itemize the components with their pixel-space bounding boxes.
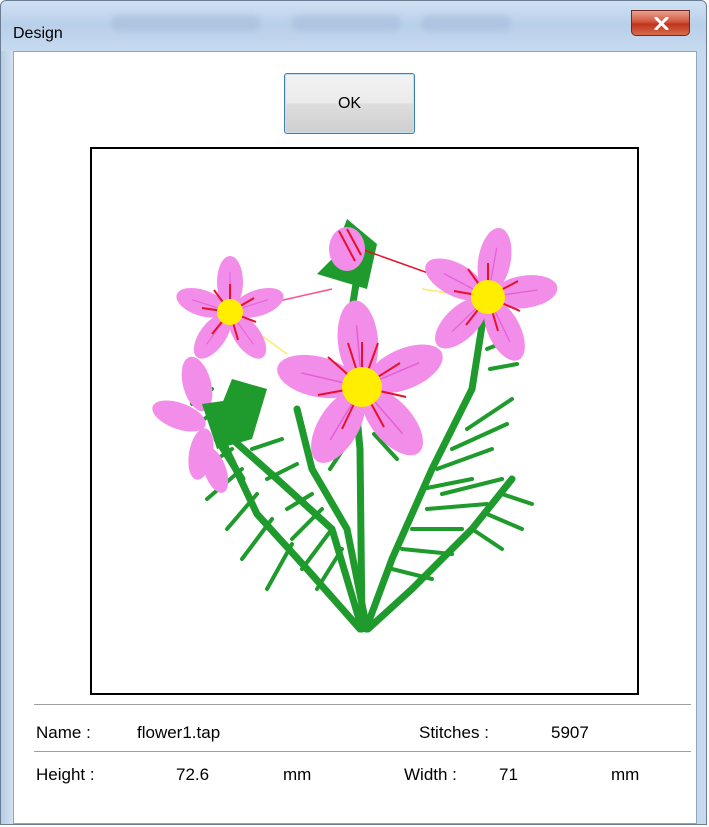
width-label: Width : [404, 765, 457, 784]
stitches-value: 5907 [551, 723, 589, 742]
window-frame-edge [1, 51, 13, 824]
height-value: 72.6 [176, 765, 210, 784]
close-button[interactable] [631, 10, 690, 36]
design-dialog: Design OK Name: flower1.tap Stitches: … [0, 0, 707, 825]
close-icon [654, 17, 669, 30]
height-label: Height : [36, 765, 95, 784]
name-value: flower1.tap [137, 723, 221, 742]
title-bar[interactable]: Design [1, 1, 706, 45]
separator-top [34, 704, 691, 706]
embroidery-flower-icon [152, 219, 561, 633]
width-value: 71 [499, 765, 518, 784]
stitches-label: Stitches : [419, 723, 489, 742]
separator-middle [34, 751, 691, 753]
height-unit: mm [283, 765, 312, 784]
design-preview [90, 147, 639, 695]
name-label: Name : [36, 723, 91, 742]
window-title: Design [13, 25, 63, 42]
width-unit: mm [611, 765, 640, 784]
ok-button[interactable]: OK [284, 73, 415, 134]
